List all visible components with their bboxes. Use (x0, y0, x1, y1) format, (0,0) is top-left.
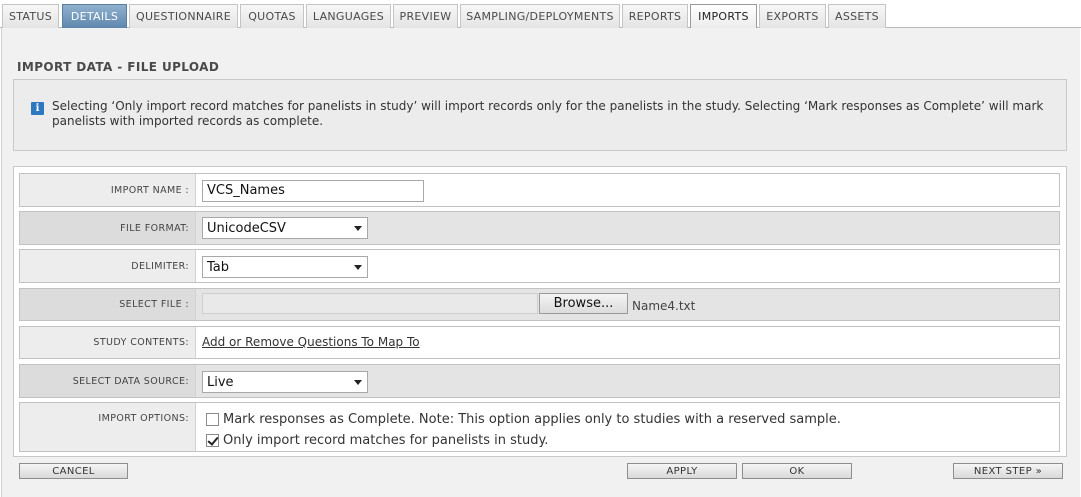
data-source-row: SELECT DATA SOURCE: Live (19, 364, 1060, 398)
file-format-value: UnicodeCSV (207, 220, 286, 236)
tab-exports[interactable]: EXPORTS (759, 4, 826, 28)
tab-status[interactable]: STATUS (2, 4, 59, 28)
chevron-down-icon (354, 226, 362, 231)
info-icon: i (31, 102, 44, 115)
delimiter-select[interactable]: Tab (202, 256, 368, 278)
tab-imports[interactable]: IMPORTS (690, 4, 757, 28)
tab-assets[interactable]: ASSETS (828, 4, 886, 28)
selected-file-name: Name4.txt (632, 299, 696, 313)
data-source-label: SELECT DATA SOURCE: (20, 365, 196, 397)
import-options-row: IMPORT OPTIONS: Mark responses as Comple… (19, 402, 1060, 452)
page-title: IMPORT DATA - FILE UPLOAD (17, 60, 220, 74)
info-box: i Selecting ‘Only import record matches … (13, 79, 1067, 151)
browse-button[interactable]: Browse... (539, 293, 628, 314)
chevron-down-icon (354, 265, 362, 270)
select-file-row: SELECT FILE : Browse... Name4.txt (19, 288, 1060, 321)
mark-complete-label: Mark responses as Complete. Note: This o… (223, 412, 841, 427)
mark-complete-checkbox[interactable] (206, 413, 219, 426)
tab-languages[interactable]: LANGUAGES (306, 4, 391, 28)
delimiter-value: Tab (207, 259, 230, 275)
import-options-label: IMPORT OPTIONS: (20, 403, 196, 451)
tab-details[interactable]: DETAILS (62, 4, 127, 28)
tab-sampling-deployments[interactable]: SAMPLING/DEPLOYMENTS (460, 4, 620, 28)
data-source-select[interactable]: Live (202, 371, 368, 393)
file-format-label: FILE FORMAT: (20, 212, 196, 244)
mark-complete-option: Mark responses as Complete. Note: This o… (206, 412, 841, 427)
tab-bar: STATUS DETAILS QUESTIONNAIRE QUOTAS LANG… (0, 0, 1081, 28)
file-format-row: FILE FORMAT: UnicodeCSV (19, 211, 1060, 245)
file-path-field[interactable] (202, 293, 538, 314)
chevron-down-icon (354, 380, 362, 385)
import-name-input[interactable] (202, 179, 424, 202)
apply-button[interactable]: APPLY (627, 463, 737, 479)
info-text: Selecting ‘Only import record matches fo… (52, 99, 1044, 128)
study-contents-label: STUDY CONTENTS: (20, 327, 196, 358)
tab-quotas[interactable]: QUOTAS (240, 4, 304, 28)
tab-reports[interactable]: REPORTS (622, 4, 688, 28)
only-matches-option: Only import record matches for panelists… (206, 433, 548, 448)
import-name-row: IMPORT NAME : (19, 173, 1060, 207)
delimiter-row: DELIMITER: Tab (19, 249, 1060, 283)
delimiter-label: DELIMITER: (20, 250, 196, 282)
import-name-label: IMPORT NAME : (20, 174, 196, 206)
only-matches-label: Only import record matches for panelists… (223, 433, 549, 448)
file-format-select[interactable]: UnicodeCSV (202, 217, 368, 239)
add-remove-questions-link[interactable]: Add or Remove Questions To Map To (202, 335, 420, 349)
study-contents-row: STUDY CONTENTS: Add or Remove Questions … (19, 326, 1060, 359)
ok-button[interactable]: OK (742, 463, 852, 479)
next-step-button[interactable]: NEXT STEP » (953, 463, 1063, 479)
tab-preview[interactable]: PREVIEW (393, 4, 458, 28)
data-source-value: Live (207, 374, 234, 390)
only-matches-checkbox[interactable] (206, 434, 219, 447)
select-file-label: SELECT FILE : (20, 289, 196, 320)
cancel-button[interactable]: CANCEL (19, 463, 128, 479)
tab-questionnaire[interactable]: QUESTIONNAIRE (129, 4, 238, 28)
